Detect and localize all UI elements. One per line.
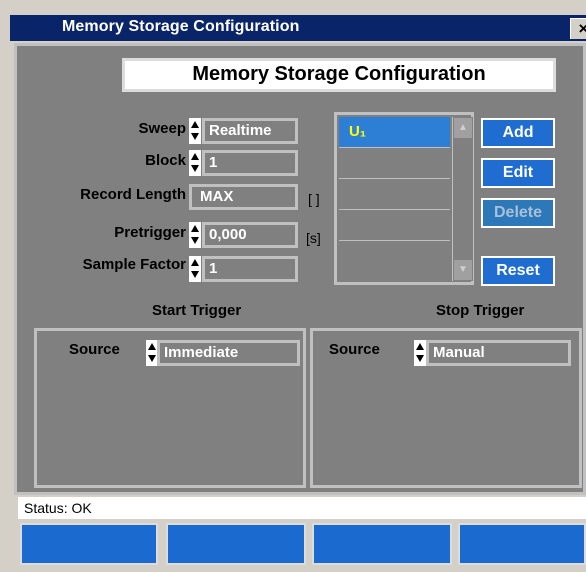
function-key-bar: [18, 521, 586, 567]
spinner-down-icon[interactable]: [191, 165, 199, 172]
sweep-label: Sweep: [138, 120, 186, 137]
function-key-2[interactable]: [166, 523, 306, 565]
pretrigger-label: Pretrigger: [114, 224, 186, 241]
spinner-down-icon[interactable]: [191, 237, 199, 244]
block-label: Block: [145, 152, 186, 169]
list-scrollbar[interactable]: ▲ ▼: [452, 117, 473, 281]
memory-storage-window: Memory Storage Configuration × Memory St…: [0, 0, 586, 572]
close-icon: ×: [578, 19, 586, 38]
block-spinner[interactable]: [189, 150, 201, 176]
add-button[interactable]: Add: [481, 118, 555, 148]
sample-factor-label: Sample Factor: [82, 256, 186, 273]
block-field[interactable]: 1: [202, 150, 298, 176]
start-source-field[interactable]: Immediate: [157, 340, 300, 366]
record-length-label: Record Length: [80, 186, 186, 203]
edit-button[interactable]: Edit: [481, 158, 555, 188]
stop-source-spinner[interactable]: [414, 340, 426, 366]
status-bar: Status: OK: [18, 497, 586, 519]
spinner-up-icon[interactable]: [191, 225, 199, 232]
spinner-up-icon[interactable]: [191, 153, 199, 160]
list-item-empty[interactable]: [339, 148, 450, 179]
list-item-label: U₁: [349, 123, 367, 140]
sweep-spinner[interactable]: [189, 118, 201, 144]
pretrigger-field[interactable]: 0,000: [202, 222, 298, 248]
scroll-up-icon[interactable]: ▲: [454, 118, 472, 138]
spinner-down-icon[interactable]: [191, 271, 199, 278]
close-button[interactable]: ×: [570, 18, 586, 39]
start-trigger-panel: Source Immediate: [34, 328, 306, 488]
record-length-field[interactable]: MAX: [189, 184, 298, 210]
stop-source-label: Source: [329, 341, 380, 358]
memory-list[interactable]: U₁ ▲ ▼: [334, 112, 474, 285]
start-source-label: Source: [69, 341, 120, 358]
scroll-down-icon[interactable]: ▼: [454, 260, 472, 280]
function-key-1[interactable]: [20, 523, 158, 565]
spinner-down-icon[interactable]: [416, 355, 424, 362]
sample-factor-field[interactable]: 1: [202, 256, 298, 282]
start-trigger-title: Start Trigger: [152, 302, 242, 319]
function-key-4[interactable]: [458, 523, 586, 565]
reset-button[interactable]: Reset: [481, 256, 555, 286]
stop-source-field[interactable]: Manual: [426, 340, 571, 366]
spinner-up-icon[interactable]: [191, 121, 199, 128]
list-item-empty[interactable]: [339, 179, 450, 210]
stop-trigger-panel: Source Manual: [310, 328, 582, 488]
list-item[interactable]: U₁: [339, 117, 450, 148]
spinner-down-icon[interactable]: [191, 133, 199, 140]
list-item-empty[interactable]: [339, 210, 450, 241]
title-bar: Memory Storage Configuration ×: [10, 15, 586, 41]
spinner-up-icon[interactable]: [191, 259, 199, 266]
sample-factor-spinner[interactable]: [189, 256, 201, 282]
list-item-empty[interactable]: [339, 241, 450, 272]
record-length-unit: [ ]: [308, 191, 320, 207]
spinner-down-icon[interactable]: [148, 355, 156, 362]
page-title: Memory Storage Configuration: [122, 58, 556, 92]
pretrigger-spinner[interactable]: [189, 222, 201, 248]
pretrigger-unit: [s]: [306, 230, 321, 246]
window-title: Memory Storage Configuration: [62, 18, 300, 35]
spinner-up-icon[interactable]: [148, 343, 156, 350]
stop-trigger-title: Stop Trigger: [436, 302, 525, 319]
sweep-field[interactable]: Realtime: [202, 118, 298, 144]
function-key-3[interactable]: [312, 523, 452, 565]
delete-button[interactable]: Delete: [481, 198, 555, 228]
spinner-up-icon[interactable]: [416, 343, 424, 350]
